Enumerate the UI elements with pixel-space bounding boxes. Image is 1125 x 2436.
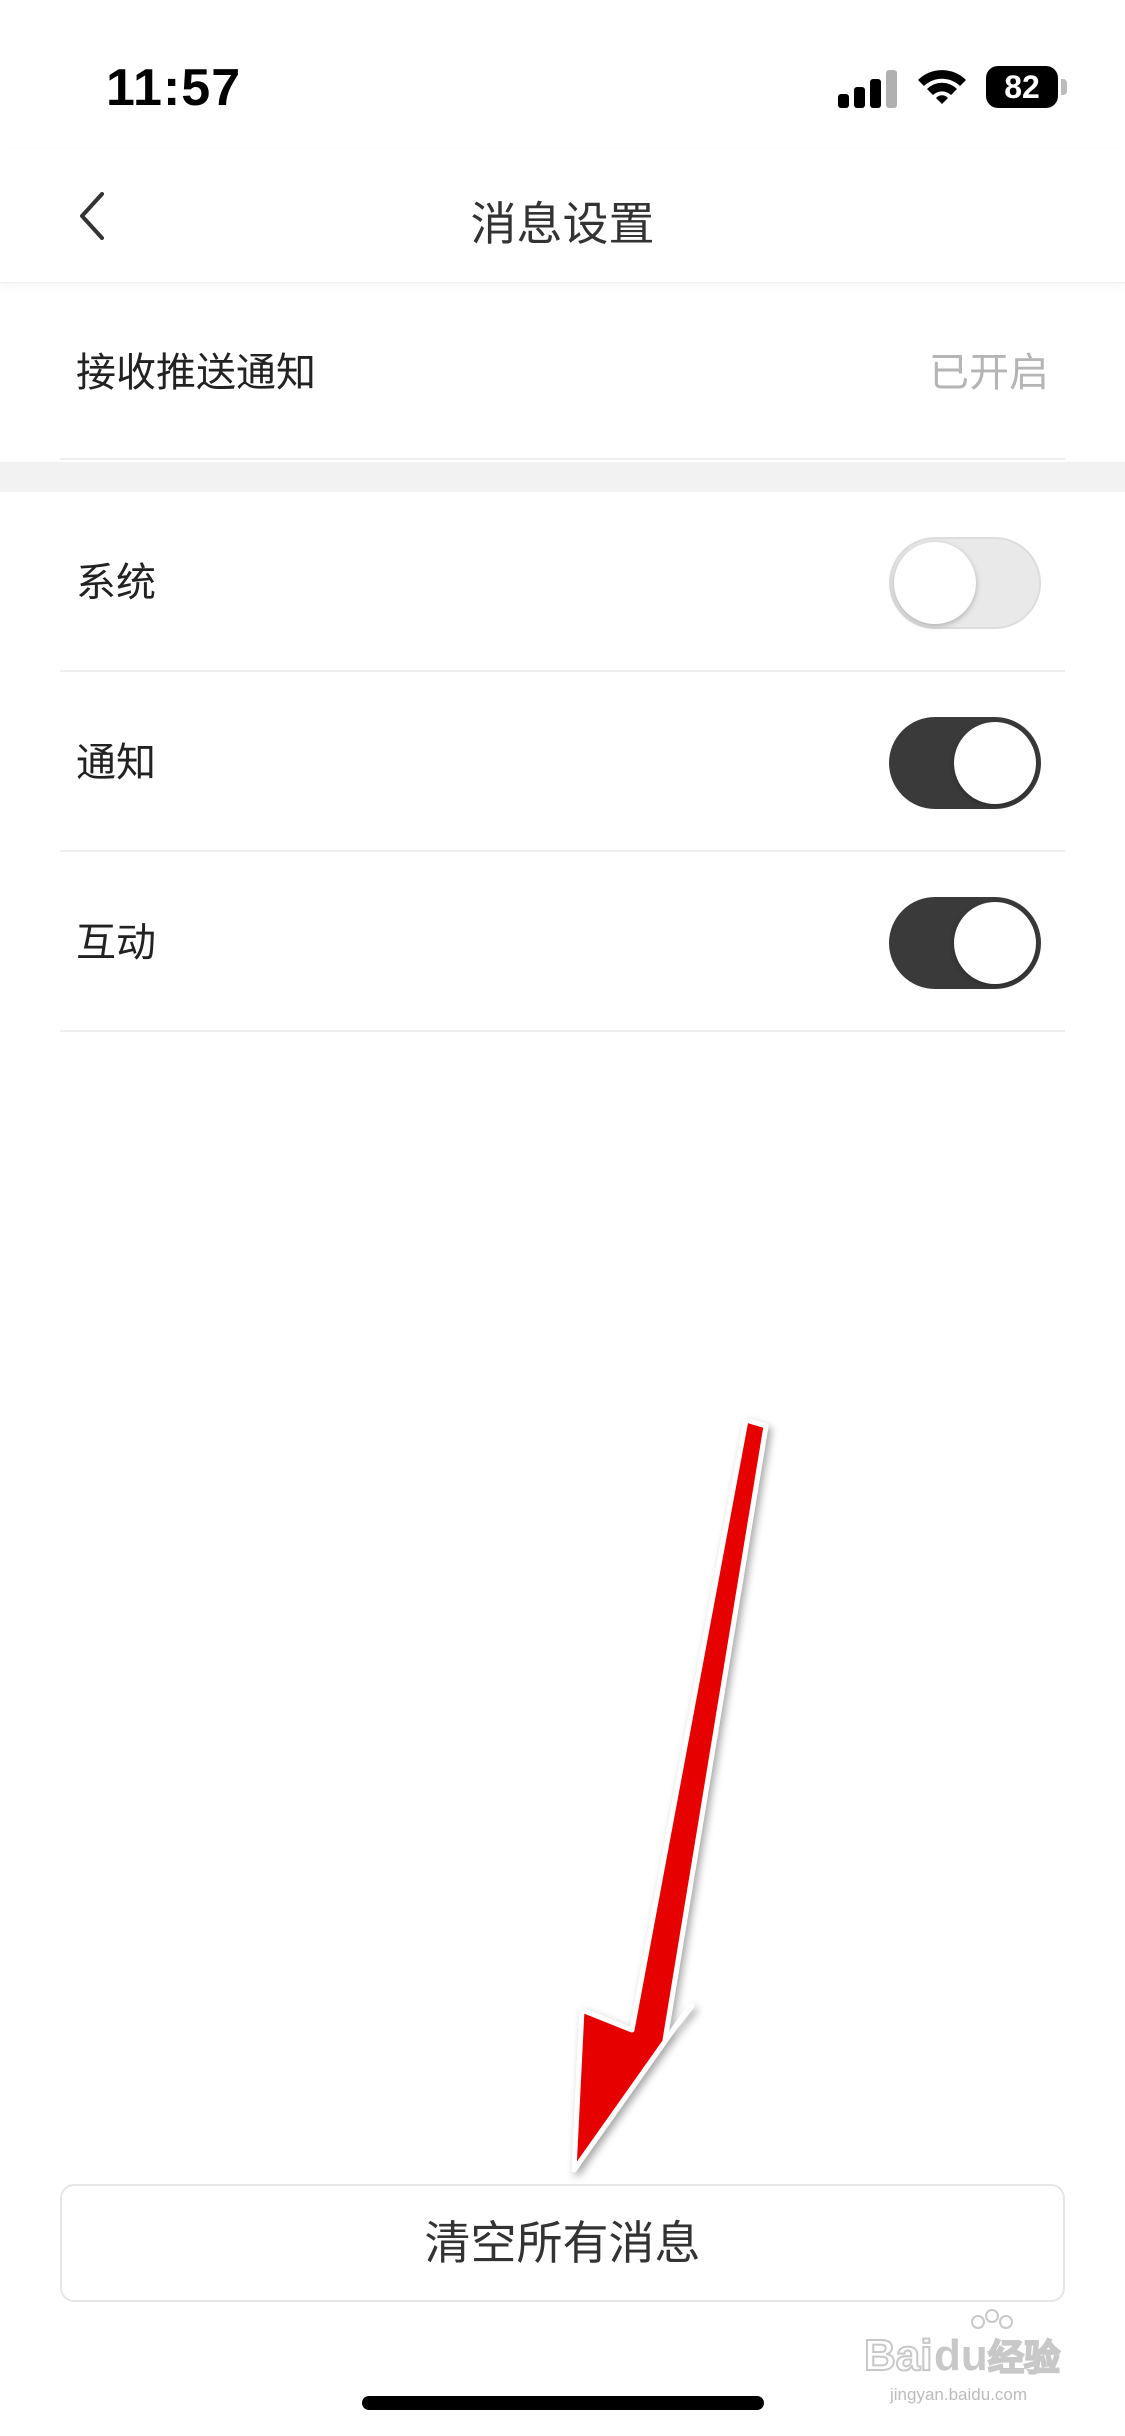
divider — [60, 670, 1065, 672]
svg-text:经验: 经验 — [988, 2337, 1060, 2378]
toggle-row-notification: 通知 — [0, 674, 1125, 852]
push-notification-row[interactable]: 接收推送通知 已开启 — [0, 284, 1125, 462]
interaction-toggle[interactable] — [889, 897, 1041, 989]
toggle-label-notification: 通知 — [76, 740, 156, 786]
divider — [60, 458, 1065, 460]
toggle-row-interaction: 互动 — [0, 854, 1125, 1032]
signal-icon — [838, 68, 898, 108]
wifi-icon — [916, 66, 968, 106]
section-gap — [0, 462, 1125, 492]
home-indicator — [362, 2396, 764, 2410]
baidu-jingyan-watermark: Bai du 经验 jingyan.baidu.com — [863, 2309, 1061, 2404]
system-toggle[interactable] — [889, 537, 1041, 629]
toggle-label-system: 系统 — [76, 560, 156, 606]
red-arrow-icon — [571, 1417, 769, 2173]
divider — [60, 850, 1065, 852]
svg-text:du: du — [934, 2331, 988, 2380]
status-bar: 11:57 82 — [0, 0, 1125, 150]
toggle-label-interaction: 互动 — [76, 920, 156, 966]
notification-toggle[interactable] — [889, 717, 1041, 809]
nav-bar: 消息设置 — [0, 150, 1125, 283]
clear-all-messages-button[interactable]: 清空所有消息 — [60, 2184, 1065, 2302]
battery-level: 82 — [986, 66, 1058, 108]
svg-text:Bai: Bai — [864, 2331, 932, 2380]
page-title: 消息设置 — [470, 197, 655, 251]
divider — [60, 1030, 1065, 1032]
status-time: 11:57 — [106, 59, 242, 117]
toggle-row-system: 系统 — [0, 494, 1125, 672]
battery-icon: 82 — [986, 66, 1068, 110]
push-notification-status: 已开启 — [929, 350, 1049, 396]
push-notification-label: 接收推送通知 — [76, 350, 316, 396]
svg-text:jingyan.baidu.com: jingyan.baidu.com — [889, 2385, 1027, 2404]
